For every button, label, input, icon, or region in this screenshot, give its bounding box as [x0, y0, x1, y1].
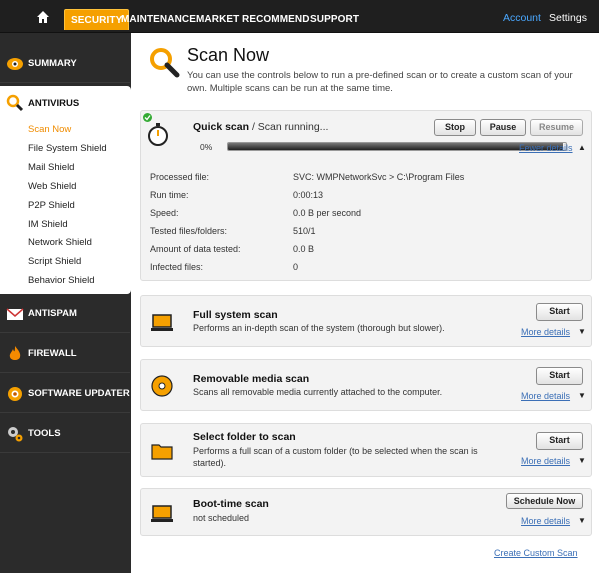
fewer-details-link[interactable]: Fewer details [519, 143, 573, 153]
gears-icon [8, 426, 23, 441]
home-icon[interactable] [36, 10, 50, 24]
pause-button[interactable]: Pause [480, 119, 526, 136]
detail-value: 0.0 B per second [293, 208, 362, 218]
quick-scan-label: Quick scan [193, 121, 250, 133]
caret-down-icon[interactable]: ▼ [578, 456, 586, 465]
tab-support[interactable]: SUPPORT [310, 9, 359, 30]
scan-description: not scheduled [193, 513, 250, 523]
select-folder-scan-card: Select folder to scan Performs a full sc… [140, 423, 592, 477]
scan-description: Performs an in-depth scan of the system … [193, 323, 445, 333]
schedule-now-button[interactable]: Schedule Now [506, 493, 583, 509]
detail-label: Run time: [150, 190, 189, 200]
settings-link[interactable]: Settings [549, 12, 587, 24]
sidebar-item-antivirus[interactable]: ANTIVIRUS [6, 94, 79, 112]
sidebar-item-label: ANTISPAM [28, 308, 77, 319]
quick-scan-status: / Scan running... [249, 121, 329, 133]
tab-market[interactable]: MARKET [196, 9, 239, 30]
quick-scan-card: Quick scan / Scan running... Stop Pause … [140, 110, 592, 281]
page-title: Scan Now [187, 45, 270, 65]
tab-recommend[interactable]: RECOMMEND [242, 9, 310, 30]
detail-label: Speed: [150, 208, 179, 218]
quick-scan-title: Quick scan / Scan running... [193, 121, 328, 133]
sidebar-item-label: FIREWALL [28, 348, 77, 359]
scan-progress-bar [227, 142, 567, 151]
more-details-link[interactable]: More details [521, 456, 570, 466]
progress-fill [228, 143, 563, 150]
sidebar-item-label: TOOLS [28, 428, 61, 439]
more-details-link[interactable]: More details [521, 327, 570, 337]
scan-title: Boot-time scan [193, 498, 269, 510]
start-button[interactable]: Start [536, 303, 583, 321]
checkmark-icon [143, 113, 152, 122]
scan-title: Full system scan [193, 309, 278, 321]
more-details-link[interactable]: More details [521, 391, 570, 401]
tab-security[interactable]: SECURITY [64, 9, 130, 30]
laptop-icon [151, 505, 173, 522]
page-description: You can use the controls below to run a … [187, 70, 573, 94]
full-system-scan-card: Full system scan Performs an in-depth sc… [140, 295, 592, 347]
scan-title: Select folder to scan [193, 431, 296, 443]
eye-icon [7, 57, 23, 70]
progress-percent: 0% [200, 142, 213, 152]
boot-time-scan-card: Boot-time scan not scheduled Schedule No… [140, 488, 592, 536]
disc-icon [151, 375, 173, 397]
sidebar-item-label: ANTIVIRUS [28, 97, 80, 109]
detail-value: 0:00:13 [293, 190, 324, 200]
sidebar-item-tools[interactable]: TOOLS [0, 415, 130, 453]
sidebar-subitem-network-shield[interactable]: Network Shield [28, 237, 92, 248]
sidebar-subitem-file-system-shield[interactable]: File System Shield [28, 143, 107, 154]
scan-title: Removable media scan [193, 373, 310, 385]
scan-description: Scans all removable media currently atta… [193, 387, 443, 397]
caret-down-icon[interactable]: ▼ [578, 391, 586, 400]
caret-up-icon[interactable]: ▲ [578, 143, 586, 152]
stopwatch-icon [148, 123, 168, 146]
caret-down-icon[interactable]: ▼ [578, 327, 586, 336]
caret-down-icon[interactable]: ▼ [578, 516, 586, 525]
start-button[interactable]: Start [536, 432, 583, 450]
sidebar-subitem-p2p-shield[interactable]: P2P Shield [28, 200, 75, 211]
updater-icon [8, 386, 22, 401]
resume-button[interactable]: Resume [530, 119, 583, 136]
removable-media-scan-card: Removable media scan Scans all removable… [140, 359, 592, 411]
stop-button[interactable]: Stop [434, 119, 476, 136]
flame-icon [9, 345, 21, 360]
detail-label: Amount of data tested: [150, 244, 241, 254]
sidebar-item-software-updater[interactable]: SOFTWARE UPDATER [0, 375, 130, 413]
magnifier-icon [6, 94, 24, 112]
magnifier-icon [150, 48, 180, 78]
sidebar-item-firewall[interactable]: FIREWALL [0, 335, 130, 373]
sidebar-item-label: SOFTWARE UPDATER [28, 388, 130, 399]
sidebar-item-antispam[interactable]: ANTISPAM [0, 295, 130, 333]
start-button[interactable]: Start [536, 367, 583, 385]
folder-icon [151, 444, 173, 460]
detail-value: 0 [293, 262, 299, 272]
sidebar-item-label: SUMMARY [28, 58, 77, 69]
sidebar-subitem-scan-now[interactable]: Scan Now [28, 124, 71, 135]
sidebar-subitem-web-shield[interactable]: Web Shield [28, 181, 76, 192]
detail-value: 0.0 B [293, 244, 315, 254]
top-navigation-bar: SECURITY MAINTENANCE MARKET RECOMMEND SU… [0, 0, 599, 33]
main-content: Scan Now You can use the controls below … [131, 33, 599, 573]
sidebar-subitem-mail-shield[interactable]: Mail Shield [28, 162, 74, 173]
tab-maintenance[interactable]: MAINTENANCE [121, 9, 196, 30]
sidebar-item-summary[interactable]: SUMMARY [0, 45, 130, 83]
detail-label: Processed file: [150, 172, 210, 182]
account-link[interactable]: Account [503, 12, 541, 24]
more-details-link[interactable]: More details [521, 516, 570, 526]
scan-description: Performs a full scan of a custom folder … [193, 446, 478, 468]
sidebar-subitem-behavior-shield[interactable]: Behavior Shield [28, 275, 95, 286]
envelope-icon [6, 307, 24, 320]
detail-label: Tested files/folders: [150, 226, 228, 236]
create-custom-scan-link[interactable]: Create Custom Scan [494, 548, 578, 558]
sidebar-subitem-im-shield[interactable]: IM Shield [28, 219, 68, 230]
antivirus-panel: ANTIVIRUS Scan Now File System Shield Ma… [0, 86, 131, 294]
detail-value: 510/1 [293, 226, 316, 236]
detail-label: Infected files: [150, 262, 204, 272]
sidebar-subitem-script-shield[interactable]: Script Shield [28, 256, 81, 267]
detail-value: SVC: WMPNetworkSvc > C:\Program Files [293, 172, 465, 182]
laptop-icon [151, 314, 173, 331]
